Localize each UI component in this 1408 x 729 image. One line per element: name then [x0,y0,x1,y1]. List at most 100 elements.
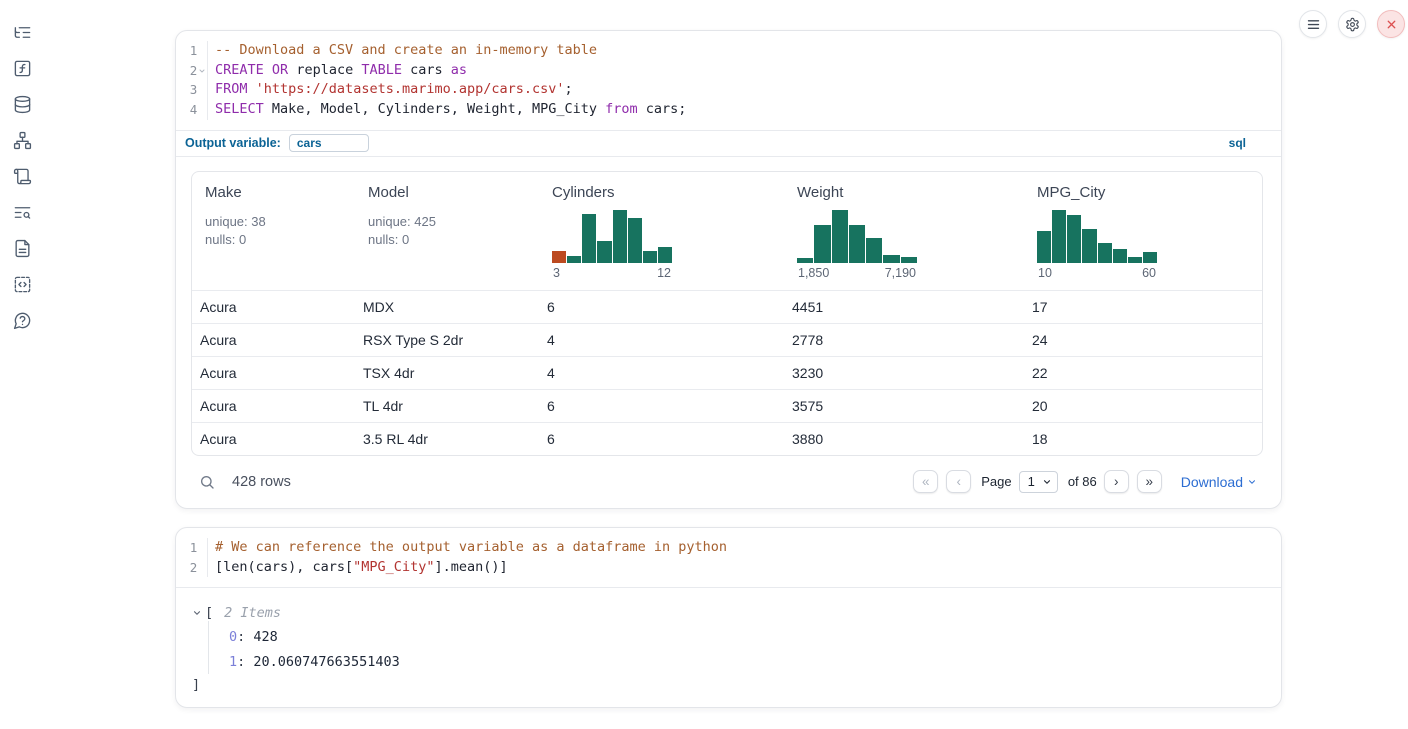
column-header[interactable]: Weight1,8507,190 [784,184,1024,280]
document-icon[interactable] [11,237,33,259]
line-number: 2 [176,558,197,578]
stat-line: unique: 38 [205,214,345,229]
code-text[interactable]: FROM 'https://datasets.marimo.app/cars.c… [208,80,573,100]
histogram-bar [814,225,830,263]
column-stats: unique: 38nulls: 0 [205,214,345,247]
histogram-bars [552,210,672,263]
table-cell: MDX [355,299,539,315]
python-code-editor[interactable]: 1# We can reference the output variable … [176,528,1281,587]
table-cell: TSX 4dr [355,365,539,381]
histogram-bar [866,238,882,263]
output-variable-input[interactable] [289,134,369,152]
axis-label: 3 [553,266,560,280]
code-text[interactable]: CREATE OR replace TABLE cars as [208,61,467,81]
histogram-bar [883,255,899,263]
histogram-bar [797,258,813,263]
search-icon[interactable] [199,474,215,490]
code-line: 2 [len(cars), cars["MPG_City"].mean()] [176,558,1281,578]
histogram-bar [643,251,657,263]
histogram-bar [613,210,627,263]
sidebar [0,0,44,331]
histogram-bar [1052,210,1066,263]
gutter: 2 [176,61,208,81]
histogram-bar [1098,243,1112,263]
axis-label: 12 [657,266,671,280]
table-row[interactable]: AcuraRSX Type S 2dr4277824 [192,323,1262,356]
sql-cell: 1 -- Download a CSV and create an in-memo… [175,30,1282,509]
code-text[interactable]: SELECT Make, Model, Cylinders, Weight, M… [208,100,686,120]
table-cell: Acura [192,299,355,315]
table-cell: 18 [1024,431,1262,447]
sql-code-editor[interactable]: 1 -- Download a CSV and create an in-memo… [176,31,1281,130]
download-button[interactable]: Download [1181,474,1257,490]
pagination: « ‹ Page 1 of 86 › » Download [913,470,1257,493]
fold-chevron-icon[interactable] [197,61,207,81]
settings-button[interactable] [1338,10,1366,38]
help-icon[interactable] [11,309,33,331]
snippets-icon[interactable] [11,273,33,295]
language-badge: sql [1229,136,1246,150]
table-cell: Acura [192,332,355,348]
menu-icon [1306,17,1321,32]
entry-key: 0 [229,629,237,645]
table-row[interactable]: AcuraTSX 4dr4323022 [192,356,1262,389]
histogram-bar [1037,231,1051,263]
column-histogram[interactable]: 1060 [1037,210,1157,280]
gutter: 3 [176,80,208,100]
page-select[interactable]: 1 [1019,471,1058,493]
list-output-header[interactable]: [ 2 Items [192,605,1261,621]
file-tree-icon[interactable] [11,21,33,43]
code-text[interactable]: -- Download a CSV and create an in-memor… [208,41,597,61]
scratchpad-icon[interactable] [11,165,33,187]
list-entry: 1: 20.060747663551403 [229,654,1261,670]
code-text[interactable]: [len(cars), cars["MPG_City"].mean()] [208,558,508,578]
function-icon[interactable] [11,57,33,79]
histogram-bar [628,218,642,263]
close-button[interactable] [1377,10,1405,38]
prev-page-button[interactable]: ‹ [946,470,971,493]
chevron-down-icon [1247,477,1257,487]
first-page-button[interactable]: « [913,470,938,493]
column-header[interactable]: MPG_City 1060 [1024,184,1262,280]
database-icon[interactable] [11,93,33,115]
line-number: 1 [176,41,197,61]
logs-icon[interactable] [11,201,33,223]
code-line: 1 -- Download a CSV and create an in-memo… [176,41,1281,61]
table-row[interactable]: Acura3.5 RL 4dr6388018 [192,422,1262,455]
table-cell: 3.5 RL 4dr [355,431,539,447]
entry-key: 1 [229,654,237,670]
code-text[interactable]: # We can reference the output variable a… [208,538,727,558]
menu-button[interactable] [1299,10,1327,38]
page-select-value: 1 [1028,474,1035,489]
column-header[interactable]: Modelunique: 425nulls: 0 [355,184,539,280]
column-histogram[interactable]: 3 12 [552,210,672,280]
list-entry: 0: 428 [229,629,1261,645]
axis-label: 1,850 [798,266,829,280]
column-histogram[interactable]: 1,8507,190 [797,210,917,280]
table-row[interactable]: AcuraMDX6445117 [192,290,1262,323]
notebook: 1 -- Download a CSV and create an in-memo… [175,30,1282,708]
last-page-button[interactable]: » [1137,470,1162,493]
next-page-button[interactable]: › [1104,470,1129,493]
table-cell: Acura [192,431,355,447]
line-number: 2 [176,61,197,81]
dependency-graph-icon[interactable] [11,129,33,151]
page-total-label: of 86 [1068,474,1097,489]
column-name: Model [368,184,529,201]
table-footer: 428 rows « ‹ Page 1 of 86 › » Download [176,456,1281,508]
output-variable-label: Output variable: [185,136,281,150]
gutter: 4 [176,100,208,120]
table-cell: 3575 [784,398,1024,414]
collapse-chevron-icon[interactable] [192,608,202,618]
table-cell: Acura [192,398,355,414]
histogram-bar [658,247,672,263]
window-controls [1299,10,1405,38]
table-row[interactable]: AcuraTL 4dr6357520 [192,389,1262,422]
python-cell: 1 # We can reference the output variable … [175,527,1282,708]
table-cell: 20 [1024,398,1262,414]
line-number: 4 [176,100,197,120]
column-name: MPG_City [1037,184,1252,201]
table-cell: Acura [192,365,355,381]
column-header[interactable]: Makeunique: 38nulls: 0 [192,184,355,280]
column-header[interactable]: Cylinders312 [539,184,784,280]
